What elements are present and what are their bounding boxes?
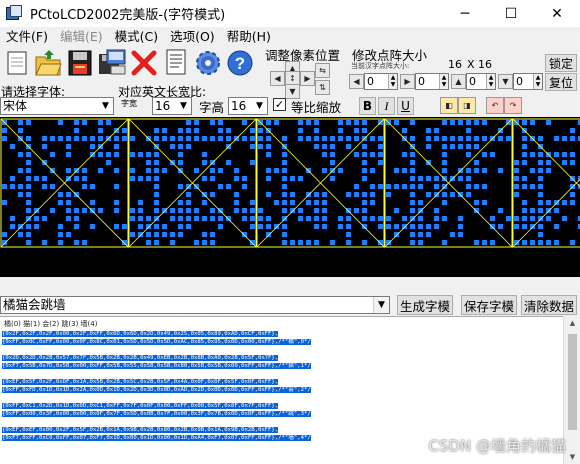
chevron-down-icon: ▼ (252, 98, 267, 114)
chevron-down-icon: ▼ (373, 297, 389, 313)
minimize-button[interactable]: ─ (442, 0, 488, 27)
matrix-height-value: 16 (478, 58, 492, 71)
clear-data-button[interactable]: 清除数据 (521, 295, 577, 315)
proportional-checkbox[interactable]: ✓ (273, 98, 286, 111)
menu-edit[interactable]: 编辑(E) (54, 27, 109, 46)
matrix-x-label: X (467, 58, 475, 71)
save-font-button[interactable]: 保存字模 (461, 295, 517, 315)
close-button[interactable]: ✕ (534, 0, 580, 27)
menu-mode[interactable]: 模式(C) (109, 27, 164, 46)
open-folder-icon[interactable] (33, 46, 63, 80)
output-line: {0xFF,0xC1,0x2D,0x1D,0x0D,0xC1,0xFF,0x7F… (2, 403, 279, 409)
output-line: {0xEF,0xEF,0x00,0x2F,0x5F,0x2B,0x1A,0x9B… (2, 427, 279, 433)
proportional-label: 等比缩放 (291, 100, 342, 115)
width-spin-1[interactable]: 0 ▲ ▼ (364, 73, 398, 90)
save-disk-icon[interactable] (65, 46, 95, 80)
text-input[interactable]: 橘猫会跳墙 ▼ (0, 296, 390, 314)
char-height-label: 字高 (199, 100, 225, 115)
menu-file[interactable]: 文件(F) (0, 27, 54, 46)
lock-button[interactable]: 锁定 (545, 54, 577, 72)
italic-button[interactable]: I (378, 97, 395, 115)
output-line: {0xFF,0x00,0x3F,0x00,0x00,0x0F,0x7F,0x5D… (2, 410, 311, 417)
svg-text:?: ? (235, 54, 245, 73)
document-icon[interactable] (161, 46, 191, 80)
new-file-icon[interactable] (2, 46, 32, 80)
shift-left-icon[interactable]: ◀ (270, 71, 285, 86)
underline-button[interactable]: U (397, 97, 414, 115)
save-as-icon[interactable] (97, 46, 127, 80)
matrix-width-value: 16 (448, 58, 462, 71)
mirror-left-icon[interactable]: ◧ (440, 97, 458, 114)
maximize-button[interactable]: ☐ (488, 0, 534, 27)
mirror-right-icon[interactable]: ◨ (458, 97, 476, 114)
width-spin-2[interactable]: 0 ▲ ▼ (415, 73, 449, 90)
dot-matrix-canvas (0, 118, 580, 248)
chevron-down-icon: ▼ (176, 98, 191, 114)
output-line: {0xFF,0xFD,0x1D,0x1D,0x2A,0x0D,0x1D,0x2D… (2, 386, 311, 393)
led-preview (0, 117, 580, 277)
rotate-right-icon[interactable]: ↷ (504, 97, 522, 114)
pixel-adjust-label: 调整像素位置 (265, 48, 341, 63)
height-spin-2[interactable]: 0 ▲ ▼ (513, 73, 543, 90)
output-line: {0x2D,0x2D,0x2B,0x57,0x7F,0x5B,0x2B,0x2B… (2, 355, 279, 361)
scroll-thumb[interactable] (568, 334, 577, 430)
output-line: {0xFF,0x0C,0xFF,0x00,0x0F,0x8C,0x01,0x5D… (2, 338, 311, 345)
width-increase-icon[interactable]: ▶ (400, 74, 415, 89)
glyph-cell (514, 120, 580, 245)
window-title: PCtoLCD2002完美版-(字符模式) (30, 8, 226, 23)
watermark: CSDN @墙角的橘猫 (428, 437, 566, 455)
char-width-select[interactable]: 16 ▼ (152, 97, 192, 115)
chevron-down-icon: ▼ (98, 98, 113, 114)
toolbar: ? (0, 46, 262, 84)
settings-gear-icon[interactable] (193, 46, 223, 80)
output-lines: {0x2F,0x2F,0x2F,0x00,0x2F,0xFF,0x6D,0x6D… (2, 331, 562, 442)
height-increase-icon[interactable]: ▲ (451, 74, 466, 89)
delete-x-icon[interactable] (129, 46, 159, 80)
scroll-up-icon[interactable]: ▲ (564, 316, 580, 330)
help-icon[interactable]: ? (225, 46, 255, 80)
title-bar: PCtoLCD2002完美版-(字符模式) ─ ☐ ✕ (0, 0, 580, 27)
output-line: {0xEF,0x5F,0x2F,0xDF,0x1A,0x5B,0x2B,0x5C… (2, 379, 279, 385)
flip-vertical-icon[interactable]: ⇅ (315, 80, 330, 95)
width-decrease-icon[interactable]: ◀ (349, 74, 364, 89)
output-header: 橘(0) 猫(1) 会(2) 跳(3) 墙(4) (4, 320, 98, 328)
app-icon (6, 5, 23, 22)
menu-options[interactable]: 选项(O) (164, 27, 221, 46)
bold-button[interactable]: B (359, 97, 376, 115)
flip-horizontal-icon[interactable]: ⇆ (315, 63, 330, 78)
menu-bar: 文件(F) 编辑(E) 模式(C) 选项(O) 帮助(H) (0, 27, 277, 46)
current-size-label: 当前汉字点阵大小: (351, 62, 410, 70)
restore-button[interactable]: 复位 (545, 73, 577, 91)
menu-help[interactable]: 帮助(H) (221, 27, 277, 46)
shift-right-icon[interactable]: ▶ (300, 71, 315, 86)
font-select[interactable]: 宋体 ▼ (0, 97, 114, 115)
height-decrease-icon[interactable]: ▼ (498, 74, 513, 89)
output-line: {0x2F,0x2F,0x2F,0x00,0x2F,0xFF,0x6D,0x6D… (2, 331, 279, 337)
output-line: {0xF7,0x5B,0x7D,0x5B,0x00,0xFF,0x5B,0x55… (2, 362, 311, 369)
rotate-left-icon[interactable]: ↶ (486, 97, 504, 114)
scroll-down-icon[interactable]: ▼ (564, 450, 580, 464)
char-height-select[interactable]: 16 ▼ (228, 97, 268, 115)
height-spin-1[interactable]: 0 ▲ ▼ (466, 73, 496, 90)
char-width-label: 字宽 (121, 99, 137, 108)
generate-button[interactable]: 生成字模 (397, 295, 453, 315)
